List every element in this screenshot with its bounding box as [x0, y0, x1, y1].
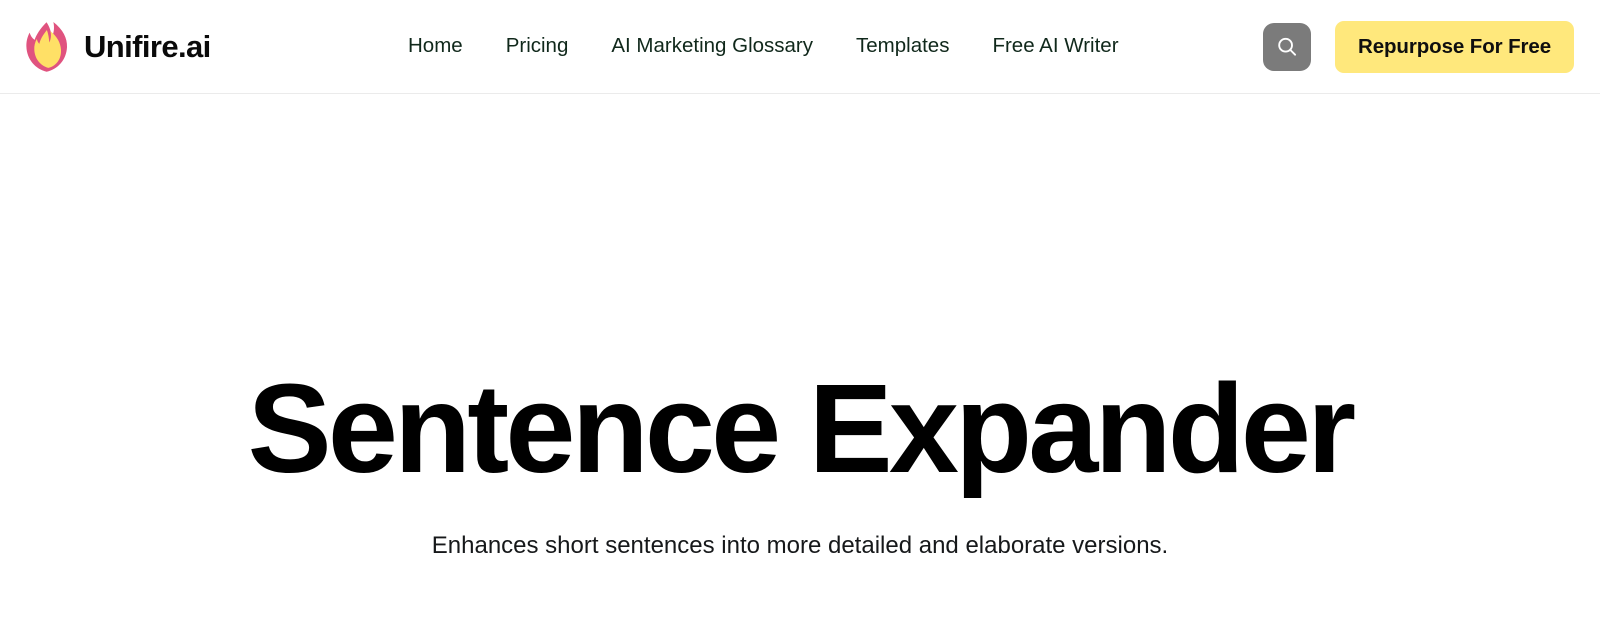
nav-item-ai-marketing-glossary[interactable]: AI Marketing Glossary	[611, 30, 813, 63]
search-button[interactable]	[1263, 22, 1311, 71]
page-subtitle: Enhances short sentences into more detai…	[431, 532, 1169, 559]
brand-name: Unifire.ai	[84, 29, 211, 64]
search-icon	[1278, 37, 1297, 56]
hero-section: Sentence Expander Enhances short sentenc…	[0, 94, 1600, 637]
site-header: Unifire.ai Home Pricing AI Marketing Glo…	[0, 0, 1600, 94]
flame-icon	[26, 21, 68, 72]
nav-item-free-ai-writer[interactable]: Free AI Writer	[992, 30, 1118, 63]
nav-item-templates[interactable]: Templates	[856, 30, 949, 63]
main-navigation: Home Pricing AI Marketing Glossary Templ…	[408, 0, 1119, 93]
header-actions: Repurpose For Free	[1263, 0, 1574, 93]
brand-logo-link[interactable]: Unifire.ai	[26, 0, 211, 93]
repurpose-for-free-button[interactable]: Repurpose For Free	[1335, 20, 1574, 73]
nav-item-home[interactable]: Home	[408, 30, 463, 63]
nav-item-pricing[interactable]: Pricing	[506, 30, 569, 63]
page-title: Sentence Expander	[247, 358, 1357, 499]
